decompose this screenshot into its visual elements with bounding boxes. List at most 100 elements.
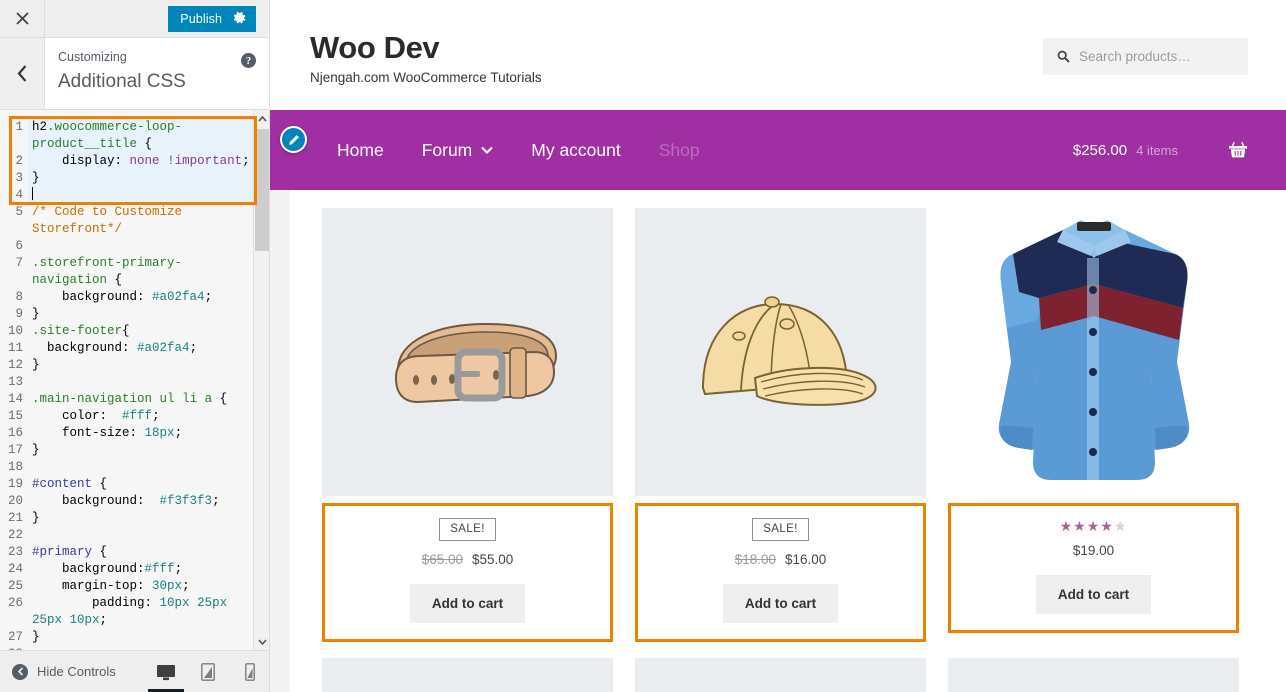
code-line-text[interactable]: } [28, 442, 253, 459]
code-line[interactable]: 14 .main-navigation ul li a { [0, 391, 253, 408]
code-line[interactable]: 24 background:#fff; [0, 561, 253, 578]
code-line-text[interactable]: background: #a02fa4; [28, 340, 253, 357]
product-card[interactable]: ★★★★★ $19.00 Add to cart [948, 208, 1239, 642]
code-line-text[interactable]: } [28, 306, 253, 323]
code-line-text[interactable]: .storefront-primary-navigation { [28, 255, 253, 289]
nav-label: Shop [658, 139, 700, 160]
code-line[interactable]: 26 padding: 10px 25px 25px 10px; [0, 595, 253, 629]
publish-label: Publish [180, 11, 222, 26]
product-image-belt[interactable] [322, 208, 613, 496]
product-card[interactable]: SALE! $65.00 $55.00 Add to cart [322, 208, 613, 642]
cart-summary[interactable]: $256.00 4 items [1073, 142, 1178, 159]
site-header: Woo Dev Njengah.com WooCommerce Tutorial… [270, 0, 1286, 110]
code-line[interactable]: 13 [0, 374, 253, 391]
code-line[interactable]: 17} [0, 442, 253, 459]
price-sale: $55.00 [472, 552, 514, 567]
code-line-text[interactable]: margin-top: 30px; [28, 578, 253, 595]
code-line[interactable]: 16 font-size: 18px; [0, 425, 253, 442]
code-line[interactable]: 11 background: #a02fa4; [0, 340, 253, 357]
code-line[interactable]: 9} [0, 306, 253, 323]
add-to-cart-button[interactable]: Add to cart [1035, 575, 1152, 614]
nav-item-shop[interactable]: Shop [640, 140, 719, 161]
code-line[interactable]: 23 #primary { [0, 544, 253, 561]
code-line[interactable]: 3} [0, 170, 253, 187]
scroll-up-icon[interactable] [254, 110, 269, 127]
code-line[interactable]: 12} [0, 357, 253, 374]
code-line[interactable]: 7 .storefront-primary-navigation { [0, 255, 253, 289]
code-line-number: 19 [0, 476, 28, 493]
search-input[interactable]: Search products… [1043, 38, 1248, 75]
star-icon: ★ [1059, 518, 1074, 534]
help-icon[interactable]: ? [241, 53, 256, 68]
product-image-cap[interactable] [635, 208, 926, 496]
code-line[interactable]: 8 background: #a02fa4; [0, 289, 253, 306]
code-line-text[interactable]: background:#fff; [28, 561, 253, 578]
nav-item-forum[interactable]: Forum [403, 140, 513, 161]
chevron-down-icon[interactable] [481, 146, 493, 154]
code-line[interactable]: 25 margin-top: 30px; [0, 578, 253, 595]
code-line-text[interactable]: /* Code to Customize Storefront*/ [28, 204, 253, 238]
code-line-text[interactable]: .main-navigation ul li a { [28, 391, 253, 408]
product-image-placeholder[interactable] [635, 658, 926, 692]
code-line-text[interactable]: } [28, 510, 253, 527]
code-line-text[interactable]: padding: 10px 25px 25px 10px; [28, 595, 253, 629]
scrollbar-thumb[interactable] [255, 129, 269, 251]
code-line[interactable]: 6 [0, 238, 253, 255]
device-preview-switcher [148, 651, 263, 692]
code-line-text[interactable]: background: #f3f3f3; [28, 493, 253, 510]
add-to-cart-button[interactable]: Add to cart [722, 584, 839, 623]
add-to-cart-button[interactable]: Add to cart [409, 584, 526, 623]
code-line-text[interactable]: font-size: 18px; [28, 425, 253, 442]
code-line-text[interactable]: } [28, 170, 253, 187]
code-line-text[interactable]: color: #fff; [28, 408, 253, 425]
nav-item-home[interactable]: Home [318, 140, 403, 161]
code-line-text[interactable]: } [28, 629, 253, 646]
code-line-text[interactable]: .site-footer{ [28, 323, 253, 340]
code-line[interactable]: 27} [0, 629, 253, 646]
mobile-icon[interactable] [237, 657, 263, 687]
product-card[interactable]: SALE! $18.00 $16.00 Add to cart [635, 208, 926, 642]
product-image-placeholder[interactable] [948, 658, 1239, 692]
nav-item-my-account[interactable]: My account [512, 140, 639, 161]
code-line-text[interactable]: #content { [28, 476, 253, 493]
code-line-text[interactable]: display: none !important; [28, 153, 253, 170]
shopping-basket-icon[interactable] [1228, 141, 1248, 159]
code-line[interactable]: 21} [0, 510, 253, 527]
code-scroll-region[interactable]: 1 h2.woocommerce-loop-product__title {2 d… [0, 110, 253, 650]
code-line-number: 9 [0, 306, 28, 323]
code-line-text[interactable] [28, 187, 253, 204]
code-lines[interactable]: 1 h2.woocommerce-loop-product__title {2 d… [0, 110, 253, 650]
hide-controls-button[interactable]: Hide Controls [12, 663, 116, 680]
code-line[interactable]: 22 [0, 527, 253, 544]
code-line-text[interactable]: } [28, 357, 253, 374]
code-line[interactable]: 18 [0, 459, 253, 476]
close-icon[interactable] [0, 0, 45, 37]
back-icon[interactable] [0, 38, 45, 109]
tablet-icon[interactable] [195, 657, 221, 687]
scroll-down-icon[interactable] [254, 633, 269, 650]
code-line[interactable]: 20 background: #f3f3f3; [0, 493, 253, 510]
desktop-icon[interactable] [148, 657, 184, 692]
code-line[interactable]: 1 h2.woocommerce-loop-product__title { [0, 119, 253, 153]
code-line[interactable]: 19 #content { [0, 476, 253, 493]
code-line[interactable]: 15 color: #fff; [0, 408, 253, 425]
code-line[interactable]: 5/* Code to Customize Storefront*/ [0, 204, 253, 238]
pencil-icon[interactable] [280, 126, 307, 153]
code-line[interactable]: 2 display: none !important; [0, 153, 253, 170]
code-line-text[interactable]: background: #a02fa4; [28, 289, 253, 306]
publish-button[interactable]: Publish [168, 5, 256, 32]
product-image-shirt[interactable] [948, 208, 1239, 496]
code-line[interactable]: 4 [0, 187, 253, 204]
code-line-number: 25 [0, 578, 28, 595]
css-editor[interactable]: 1 h2.woocommerce-loop-product__title {2 d… [0, 110, 269, 650]
cart-area: $256.00 4 items [1073, 141, 1248, 159]
product-image-placeholder[interactable] [322, 658, 613, 692]
code-line-text[interactable]: #primary { [28, 544, 253, 561]
editor-scrollbar[interactable] [253, 110, 269, 650]
code-line-text[interactable]: h2.woocommerce-loop-product__title { [28, 119, 253, 153]
code-line[interactable]: 10 .site-footer{ [0, 323, 253, 340]
code-line-number: 18 [0, 459, 28, 476]
code-line-number: 26 [0, 595, 28, 612]
gear-icon[interactable] [233, 11, 247, 27]
code-line-number: 23 [0, 544, 28, 561]
